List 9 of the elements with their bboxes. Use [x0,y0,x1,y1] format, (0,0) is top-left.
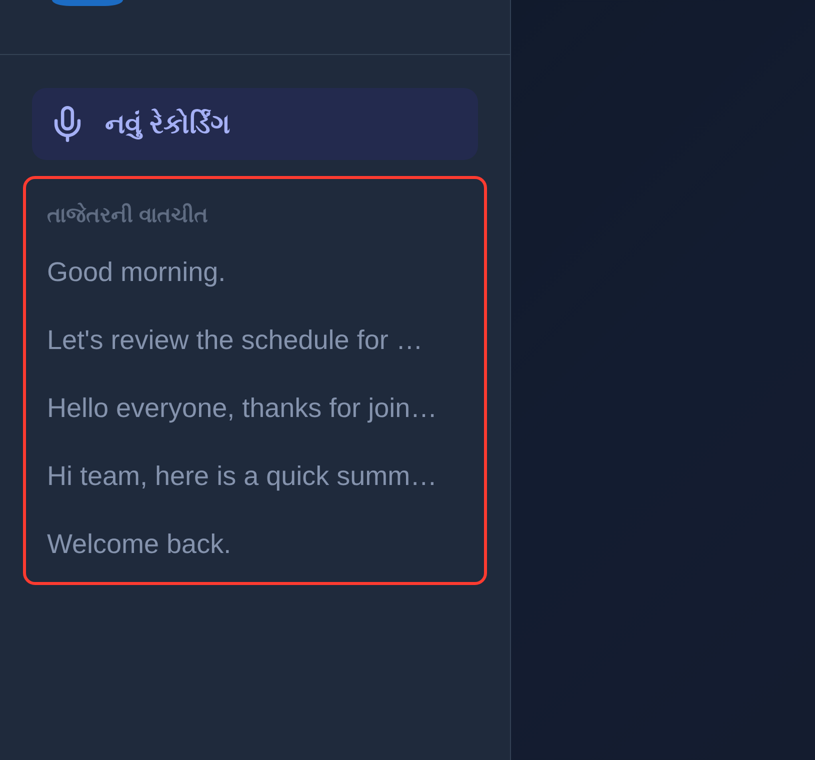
microphone-icon [54,106,81,142]
conversation-item[interactable]: Hello everyone, thanks for join… [47,374,476,442]
conversation-item[interactable]: Welcome back. [47,510,476,578]
section-title: તાજેતરની વાતચીત [47,202,208,229]
tile-edge [52,0,123,6]
new-recording-button[interactable]: નવું રેકોર્ડિંગ [32,88,478,160]
conversation-item[interactable]: Good morning. [47,238,476,306]
conversation-item[interactable]: Let's review the schedule for … [47,306,476,374]
conversation-item[interactable]: Hi team, here is a quick summ… [47,442,476,510]
